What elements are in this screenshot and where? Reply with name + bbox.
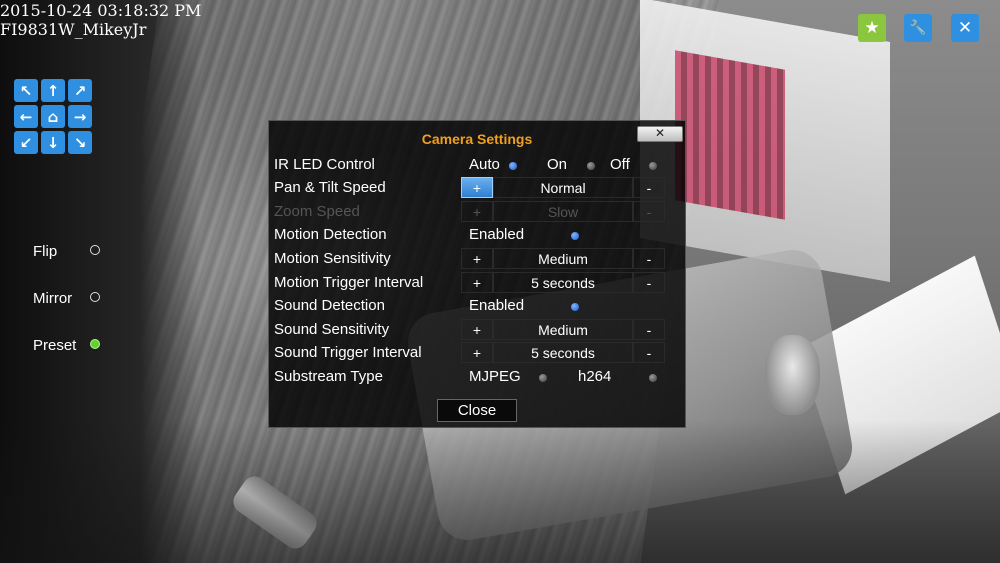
pan-down-left-button[interactable]: ↙ [14,131,38,154]
dialog-title: Camera Settings [421,131,533,147]
sound-trigger-interval-row: Sound Trigger Interval + 5 seconds - [269,341,685,364]
preset-label: Preset [33,337,77,354]
pan-down-button[interactable]: ↓ [41,131,65,154]
arrow-up-icon: ↑ [46,81,60,100]
dialog-close-button[interactable]: Close [437,399,517,422]
pan-tilt-speed-row: Pan & Tilt Speed + Normal - [269,176,685,199]
ir-led-row: IR LED Control Auto On Off [269,153,685,176]
zoom-speed-label: Zoom Speed [274,203,360,220]
ir-led-off-radio[interactable] [649,162,657,170]
osd-camera-name: FI9831W_MikeyJr [0,20,147,39]
motion-sensitivity-increase-button[interactable]: + [461,248,493,269]
feed-shadow-bottom [0,420,1000,563]
sound-trigger-interval-increase-button[interactable]: + [461,342,493,363]
close-view-button[interactable]: ✕ [951,14,979,42]
zoom-speed-increase-button[interactable]: + [461,201,493,222]
sound-trigger-interval-decrease-button[interactable]: - [633,342,665,363]
ir-led-auto-radio[interactable] [509,162,517,170]
substream-mjpeg-label: MJPEG [469,368,521,385]
arrow-down-left-icon: ↙ [19,133,33,152]
motion-detection-value: Enabled [469,226,525,243]
arrow-up-left-icon: ↖ [19,81,33,100]
ir-led-label: IR LED Control [274,156,375,173]
substream-type-row: Substream Type MJPEG h264 [269,365,685,388]
pan-up-right-button[interactable]: ↗ [68,79,92,102]
pan-down-right-button[interactable]: ↘ [68,131,92,154]
pan-left-button[interactable]: ← [14,105,38,128]
dialog-close-x-button[interactable]: ✕ [637,126,683,142]
sound-detection-label: Sound Detection [274,297,385,314]
motion-sensitivity-row: Motion Sensitivity + Medium - [269,247,685,270]
motion-detection-radio[interactable] [571,232,579,240]
substream-mjpeg-radio[interactable] [539,374,547,382]
pan-tilt-speed-increase-button[interactable]: + [461,177,493,198]
pan-right-button[interactable]: → [68,105,92,128]
feed-shelf [675,50,785,220]
sound-trigger-interval-label: Sound Trigger Interval [274,344,422,361]
close-icon: ✕ [654,126,666,140]
flip-label: Flip [33,243,58,260]
close-icon: ✕ [957,18,973,38]
substream-h264-label: h264 [578,368,612,385]
preset-radio[interactable] [90,339,100,349]
zoom-speed-decrease-button[interactable]: - [633,201,665,222]
pan-up-left-button[interactable]: ↖ [14,79,38,102]
ptz-control-pad: ↖ ↑ ↗ ← ⌂ → ↙ ↓ ↘ [14,79,92,154]
motion-trigger-interval-label: Motion Trigger Interval [274,274,424,291]
motion-trigger-interval-decrease-button[interactable]: - [633,272,665,293]
star-icon: ★ [864,18,880,38]
arrow-down-icon: ↓ [46,133,60,152]
motion-trigger-interval-row: Motion Trigger Interval + 5 seconds - [269,271,685,294]
motion-sensitivity-decrease-button[interactable]: - [633,248,665,269]
arrow-up-right-icon: ↗ [73,81,87,100]
pan-up-button[interactable]: ↑ [41,79,65,102]
mirror-label: Mirror [33,290,73,307]
mirror-radio[interactable] [90,292,100,302]
substream-h264-radio[interactable] [649,374,657,382]
motion-trigger-interval-value: 5 seconds [493,272,633,293]
sound-detection-radio[interactable] [571,303,579,311]
sound-sensitivity-label: Sound Sensitivity [274,321,390,338]
camera-settings-dialog: Camera Settings ✕ IR LED Control Auto On… [268,120,686,428]
ir-led-on-radio[interactable] [587,162,595,170]
arrow-right-icon: → [73,107,87,126]
zoom-speed-value: Slow [493,201,633,222]
motion-detection-label: Motion Detection [274,226,387,243]
favorite-button[interactable]: ★ [858,14,886,42]
arrow-left-icon: ← [19,107,33,126]
ir-led-on-label: On [547,156,568,173]
wrench-icon: 🔧 [909,20,927,36]
sound-detection-row: Sound Detection Enabled [269,294,685,317]
pan-home-button[interactable]: ⌂ [41,105,65,128]
flip-radio[interactable] [90,245,100,255]
motion-sensitivity-value: Medium [493,248,633,269]
pan-tilt-speed-label: Pan & Tilt Speed [274,179,386,196]
feed-cat [765,335,820,415]
motion-trigger-interval-increase-button[interactable]: + [461,272,493,293]
sound-sensitivity-decrease-button[interactable]: - [633,319,665,340]
arrow-down-right-icon: ↘ [73,133,87,152]
motion-sensitivity-label: Motion Sensitivity [274,250,391,267]
sound-sensitivity-value: Medium [493,319,633,340]
sound-trigger-interval-value: 5 seconds [493,342,633,363]
pan-tilt-speed-value: Normal [493,177,633,198]
ir-led-off-label: Off [610,156,630,173]
substream-type-label: Substream Type [274,368,383,385]
home-icon: ⌂ [47,107,59,126]
osd-timestamp: 2015-10-24 03:18:32 PM [0,1,202,20]
zoom-speed-row: Zoom Speed + Slow - [269,200,685,223]
pan-tilt-speed-decrease-button[interactable]: - [633,177,665,198]
sound-detection-value: Enabled [469,297,525,314]
ir-led-auto-label: Auto [469,156,500,173]
sound-sensitivity-row: Sound Sensitivity + Medium - [269,318,685,341]
settings-button[interactable]: 🔧 [904,14,932,42]
sound-sensitivity-increase-button[interactable]: + [461,319,493,340]
motion-detection-row: Motion Detection Enabled [269,223,685,246]
